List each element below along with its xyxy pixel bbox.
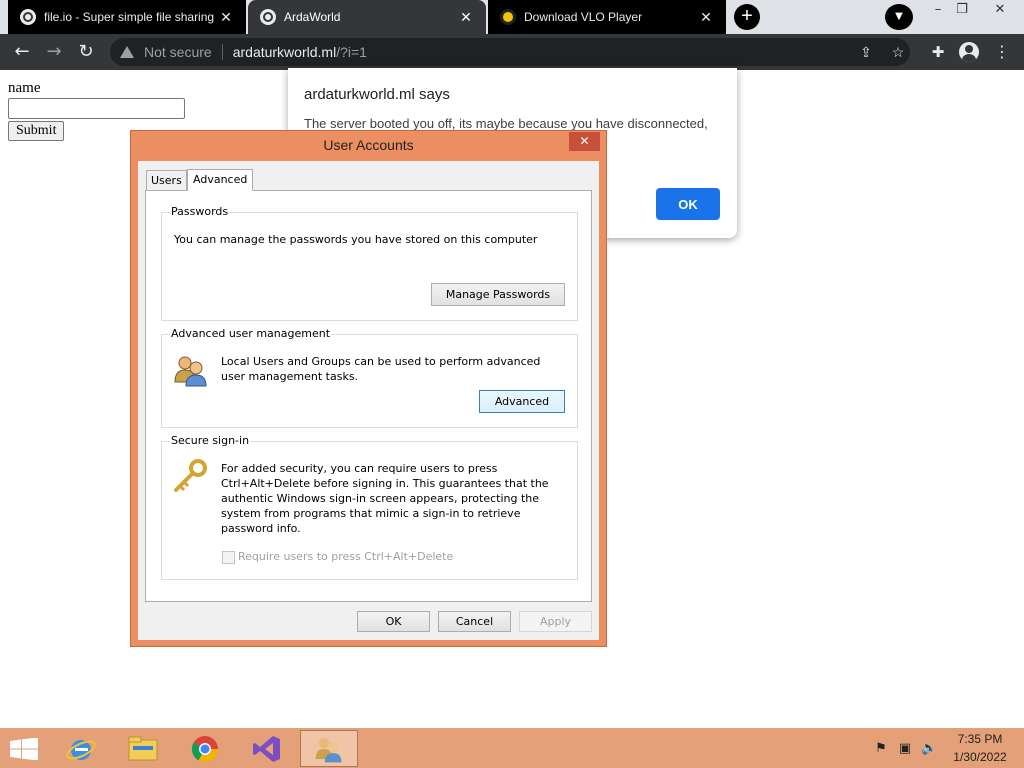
taskbar-visual-studio[interactable] [238, 730, 296, 767]
advanced-button[interactable]: Advanced [479, 390, 565, 413]
url-path: /?i=1 [336, 44, 367, 60]
vlo-player-icon [500, 9, 516, 25]
user-accounts-window: User Accounts ✕ Users Advanced Passwords… [130, 130, 607, 647]
tab-users[interactable]: Users [146, 170, 187, 190]
tab-file-io[interactable]: file.io - Super simple file sharing ✕ [8, 0, 246, 34]
volume-muted-icon[interactable]: 🔈 [921, 741, 937, 757]
window-body: Users Advanced Passwords You can manage … [138, 161, 599, 640]
alert-title: ardaturkworld.ml says [304, 86, 450, 103]
chevron-down-icon: ▼ [895, 11, 903, 22]
taskbar: ⚑ ▣ 🔈 7:35 PM 1/30/2022 [0, 728, 1024, 768]
reload-icon[interactable]: ↻ [74, 40, 98, 64]
secure-sign-in-group: Secure sign-in For added security, you c… [161, 434, 578, 580]
passwords-text: You can manage the passwords you have st… [174, 233, 538, 246]
secure-sign-in-text: For added security, you can require user… [221, 462, 549, 535]
tab-vlo-player[interactable]: Download VLO Player ✕ [488, 0, 726, 34]
taskbar-user-accounts[interactable] [300, 730, 358, 767]
window-title: User Accounts [323, 137, 414, 153]
browser-toolbar: ← → ↻ Not secure ardaturkworld.ml /?i=1 … [0, 34, 1024, 70]
clock-date[interactable]: 1/30/2022 [948, 750, 1012, 764]
tab-ardaworld[interactable]: ArdaWorld ✕ [248, 0, 486, 34]
alert-message: The server booted you off, its maybe bec… [304, 116, 708, 131]
profile-avatar-icon[interactable] [959, 42, 979, 62]
close-tab-icon[interactable]: ✕ [698, 9, 714, 26]
network-icon[interactable]: ▣ [897, 741, 913, 757]
file-explorer-icon [128, 736, 158, 760]
users-group-icon [173, 352, 209, 388]
action-center-flag-icon[interactable]: ⚑ [873, 741, 889, 757]
tab-title: ArdaWorld [284, 10, 341, 24]
advanced-tab-panel: Passwords You can manage the passwords y… [145, 190, 592, 602]
warning-icon [120, 46, 134, 58]
name-input[interactable] [8, 98, 185, 119]
new-tab-button[interactable]: + [734, 4, 760, 30]
chrome-icon [191, 735, 219, 762]
address-bar[interactable]: Not secure ardaturkworld.ml /?i=1 ⇪ ☆ [110, 38, 910, 66]
start-button[interactable] [10, 737, 38, 764]
group-legend: Secure sign-in [170, 434, 251, 447]
submit-button[interactable]: Submit [8, 121, 65, 141]
extensions-puzzle-icon[interactable]: ✚ [926, 40, 950, 64]
manage-passwords-button[interactable]: Manage Passwords [431, 283, 565, 306]
windows-logo-icon [10, 737, 38, 761]
tab-search-button[interactable]: ▼ [885, 4, 913, 30]
passwords-group: Passwords You can manage the passwords y… [161, 205, 578, 321]
tab-advanced[interactable]: Advanced [187, 169, 254, 191]
security-status[interactable]: Not secure [144, 44, 212, 60]
name-label: name [8, 80, 41, 96]
restore-button[interactable]: ❐ [948, 0, 976, 22]
key-icon [171, 459, 209, 495]
taskbar-chrome[interactable] [176, 730, 234, 767]
taskbar-file-explorer[interactable] [114, 730, 172, 767]
group-legend: Passwords [170, 205, 230, 218]
cancel-button[interactable]: Cancel [438, 611, 511, 632]
bookmark-star-icon[interactable]: ☆ [887, 41, 909, 63]
alert-ok-button[interactable]: OK [656, 188, 720, 220]
checkbox-label: Require users to press Ctrl+Alt+Delete [238, 550, 454, 563]
clock-time[interactable]: 7:35 PM [952, 732, 1008, 746]
divider [221, 44, 223, 60]
apply-button[interactable]: Apply [519, 611, 592, 632]
group-legend: Advanced user management [170, 327, 332, 340]
tab-title: file.io - Super simple file sharing [44, 10, 215, 24]
forward-arrow-icon[interactable]: → [42, 40, 66, 64]
user-accounts-icon [315, 737, 342, 762]
back-arrow-icon[interactable]: ← [10, 40, 34, 64]
close-tab-icon[interactable]: ✕ [458, 9, 474, 26]
globe-icon [20, 9, 36, 25]
tab-title: Download VLO Player [524, 10, 643, 24]
share-icon[interactable]: ⇪ [855, 41, 877, 63]
internet-explorer-icon [66, 739, 96, 760]
require-ctrl-alt-del-checkbox[interactable] [222, 551, 235, 564]
visual-studio-icon [253, 735, 280, 762]
advanced-user-management-group: Advanced user management Local Users and… [161, 327, 578, 428]
menu-kebab-icon[interactable]: ⋮ [990, 40, 1014, 64]
close-window-button[interactable]: ✕ [986, 0, 1014, 22]
globe-icon [260, 9, 276, 25]
browser-tab-strip: file.io - Super simple file sharing ✕ Ar… [0, 0, 1024, 34]
window-close-button[interactable]: ✕ [569, 132, 600, 151]
ok-button[interactable]: OK [357, 611, 430, 632]
close-tab-icon[interactable]: ✕ [218, 9, 234, 26]
advanced-mgmt-text: Local Users and Groups can be used to pe… [221, 355, 541, 383]
taskbar-internet-explorer[interactable] [52, 730, 110, 767]
url-host: ardaturkworld.ml [232, 44, 337, 60]
